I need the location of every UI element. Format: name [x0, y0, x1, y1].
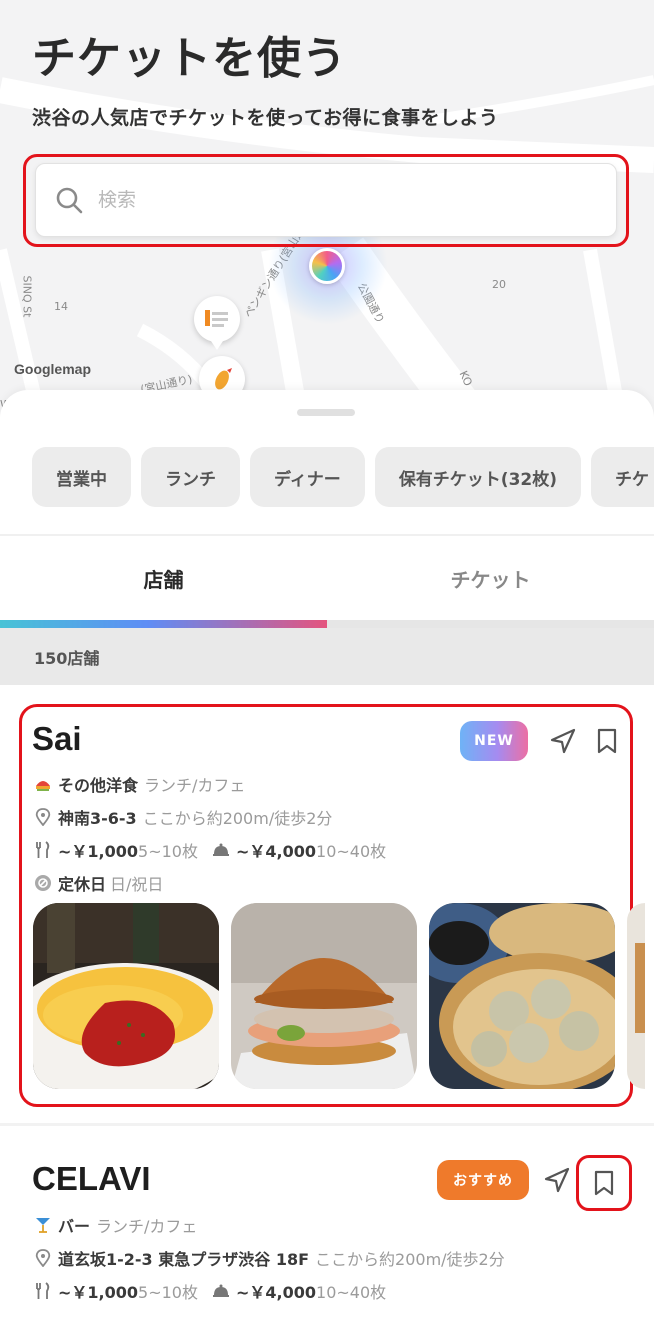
fork-knife-icon — [34, 1282, 52, 1300]
tab-shops[interactable]: 店舗 — [0, 536, 327, 620]
shop-address: 道玄坂1-2-3 東急プラザ渋谷 18F — [58, 1250, 310, 1269]
fried-shrimp-icon — [215, 368, 232, 390]
food-photo-omelette-rice — [33, 903, 219, 1089]
fork-knife-icon — [34, 841, 52, 859]
shop-name: CELAVI — [32, 1160, 151, 1197]
shop-closed-row: 定休日 日/祝日 — [34, 871, 163, 895]
share-button[interactable] — [547, 725, 579, 757]
card-divider — [0, 1123, 654, 1126]
shop-photo-carousel[interactable] — [33, 903, 645, 1089]
location-pin-icon — [34, 808, 52, 826]
dinner-price: ~￥4,000 — [235, 842, 317, 861]
send-icon — [544, 1167, 570, 1193]
bookmark-button[interactable] — [588, 1167, 620, 1199]
shop-address: 神南3-6-3 — [58, 809, 137, 828]
shop-distance: ここから約200m/徒歩2分 — [142, 809, 333, 828]
dinner-ticket-count: 10~40枚 — [316, 1283, 387, 1302]
filter-chip-owned-tickets[interactable]: 保有チケット(32枚) — [374, 447, 582, 507]
lunch-price: ~￥1,000 — [58, 842, 139, 861]
tab-bar: 店舗 チケット — [0, 536, 654, 620]
search-icon — [56, 187, 83, 214]
shop-categories: ランチ/カフェ — [96, 1217, 198, 1236]
cocktail-icon — [34, 1216, 52, 1234]
tab-tickets[interactable]: チケット — [327, 536, 654, 620]
filter-chip-tickets[interactable]: チケ — [591, 447, 654, 507]
lunch-price: ~￥1,000 — [58, 1283, 139, 1302]
current-location-marker — [309, 248, 345, 284]
shop-name: Sai — [32, 720, 82, 757]
restaurant-pin[interactable] — [194, 296, 240, 350]
shop-address-row: 道玄坂1-2-3 東急プラザ渋谷 18F ここから約200m/徒歩2分 — [34, 1246, 505, 1270]
menu-board-icon — [205, 310, 228, 327]
shop-genre-row: バー ランチ/カフェ — [34, 1213, 197, 1237]
closed-label: 定休日 — [58, 875, 107, 894]
food-photo-burger — [231, 903, 417, 1089]
food-photo-partial — [627, 903, 645, 1089]
tab-indicator — [0, 620, 327, 628]
shop-genre: その他洋食 — [58, 776, 139, 795]
shop-address-row: 神南3-6-3 ここから約200m/徒歩2分 — [34, 805, 332, 829]
result-count: 150店舗 — [0, 628, 654, 685]
shop-price-row: ~￥1,000 5~10枚 ~￥4,000 10~40枚 — [34, 838, 386, 862]
shop-price-row: ~￥1,000 5~10枚 ~￥4,000 10~40枚 — [34, 1279, 386, 1303]
dinner-ticket-count: 10~40枚 — [316, 842, 387, 861]
cloche-icon — [212, 1282, 230, 1300]
bookmark-button[interactable] — [591, 725, 623, 757]
share-button[interactable] — [541, 1164, 573, 1196]
closed-icon — [34, 874, 52, 892]
send-icon — [550, 728, 576, 754]
map-street-label: 14 — [54, 300, 68, 313]
search-bar[interactable] — [35, 163, 617, 237]
shop-distance: ここから約200m/徒歩2分 — [315, 1250, 505, 1269]
filter-chips: 営業中 ランチ ディナー 保有チケット(32枚) チケ — [32, 447, 654, 507]
map-view[interactable]: SINQ St 14 20 ペンギン通り(宮山通) 公園通り (宮山通り) KO… — [0, 0, 654, 420]
page-title: チケットを使う — [32, 33, 347, 84]
sheet-drag-handle[interactable] — [297, 409, 355, 416]
map-street-label: 20 — [492, 278, 506, 291]
tab-indicator-track — [0, 620, 654, 628]
page-subtitle: 渋谷の人気店でチケットを使ってお得に食事をしよう — [32, 107, 499, 129]
dinner-price: ~￥4,000 — [235, 1283, 317, 1302]
lunch-ticket-count: 5~10枚 — [138, 842, 198, 861]
shop-categories: ランチ/カフェ — [144, 776, 246, 795]
filter-chip-dinner[interactable]: ディナー — [250, 447, 365, 507]
map-street-label: SINQ St — [20, 275, 34, 318]
location-pin-icon — [34, 1249, 52, 1267]
cloche-icon — [212, 841, 230, 859]
bookmark-icon — [594, 1170, 614, 1196]
shop-genre-row: その他洋食 ランチ/カフェ — [34, 772, 245, 796]
filter-chip-lunch[interactable]: ランチ — [141, 447, 240, 507]
genre-icon — [34, 775, 52, 793]
new-badge: NEW — [460, 721, 528, 761]
recommended-badge: おすすめ — [437, 1160, 529, 1200]
closed-days: 日/祝日 — [110, 875, 164, 894]
google-map-logo: Googlemap — [14, 361, 92, 377]
filter-chip-open-now[interactable]: 営業中 — [32, 447, 131, 507]
search-input[interactable] — [98, 189, 558, 211]
food-photo-shumai — [429, 903, 615, 1089]
bookmark-icon — [597, 728, 617, 754]
shop-genre: バー — [58, 1217, 91, 1236]
lunch-ticket-count: 5~10枚 — [138, 1283, 198, 1302]
